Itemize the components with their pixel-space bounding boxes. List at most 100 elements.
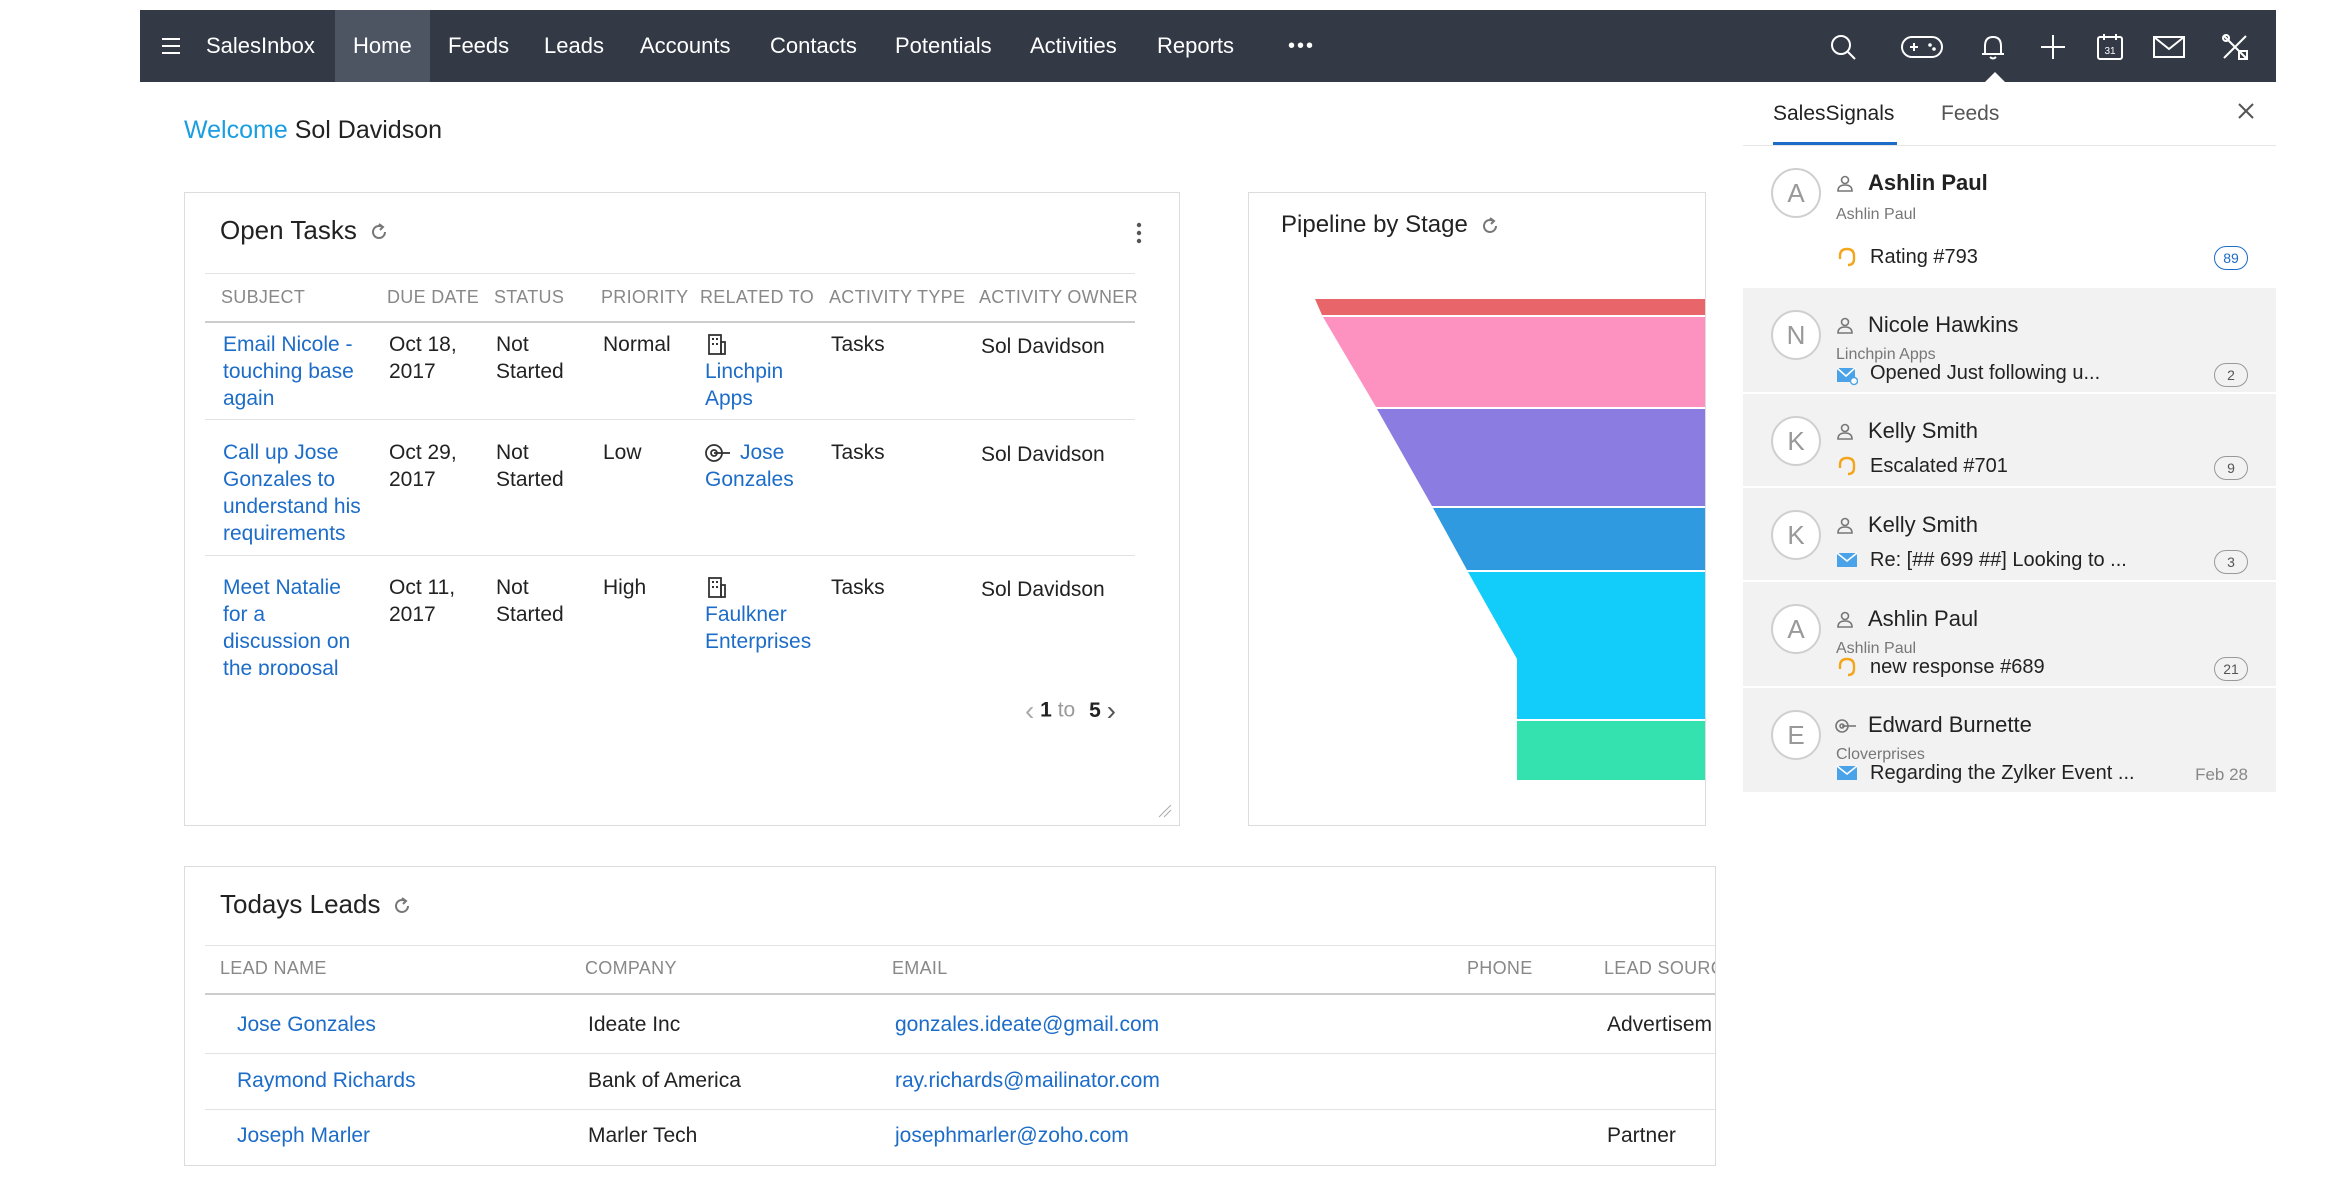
funnel-stage[interactable] xyxy=(1323,317,1705,407)
column-header-lead-source[interactable]: LEAD SOURC xyxy=(1604,958,1715,979)
support-icon xyxy=(1838,456,1856,476)
panel-pointer xyxy=(1985,72,2005,82)
next-page-icon[interactable]: › xyxy=(1107,695,1116,726)
signal-contact-name[interactable]: Ashlin Paul xyxy=(1868,606,1978,632)
signal-activity-text[interactable]: Regarding the Zylker Event ... xyxy=(1870,762,2135,785)
nav-leads[interactable]: Leads xyxy=(544,10,604,82)
task-related-link[interactable]: Linchpin Apps xyxy=(705,358,783,412)
signal-item[interactable]: K Kelly Smith Re: [## 699 ##] Looking to… xyxy=(1743,488,2276,580)
signal-activity-text[interactable]: Opened Just following u... xyxy=(1870,362,2100,385)
signal-contact-name[interactable]: Kelly Smith xyxy=(1868,512,1978,538)
refresh-icon[interactable] xyxy=(392,896,412,916)
tab-feeds[interactable]: Feeds xyxy=(1941,102,1999,126)
support-icon xyxy=(1838,657,1856,677)
avatar: E xyxy=(1771,710,1821,760)
brand-salesinbox[interactable]: SalesInbox xyxy=(206,10,315,82)
signal-contact-name[interactable]: Edward Burnette xyxy=(1868,712,2032,738)
mail-icon[interactable] xyxy=(2152,32,2186,62)
task-related-link[interactable]: Faulkner Enterprises xyxy=(705,601,811,655)
todays-leads-title: Todays Leads xyxy=(220,889,381,919)
lead-name-link[interactable]: Jose Gonzales xyxy=(237,1011,376,1038)
column-header-activity-type[interactable]: ACTIVITY TYPE xyxy=(829,287,965,308)
signal-activity-text[interactable]: Re: [## 699 ##] Looking to ... xyxy=(1870,549,2127,572)
signal-contact-name[interactable]: Kelly Smith xyxy=(1868,418,1978,444)
nav-potentials[interactable]: Potentials xyxy=(895,10,992,82)
signal-item[interactable]: A Ashlin Paul Ashlin Paul new response #… xyxy=(1743,582,2276,686)
lead-email-link[interactable]: gonzales.ideate@gmail.com xyxy=(895,1011,1159,1038)
person-icon xyxy=(1837,175,1853,192)
signal-item[interactable]: A Ashlin Paul Ashlin Paul Rating #793 89 xyxy=(1743,146,2276,286)
column-header-priority[interactable]: PRIORITY xyxy=(601,287,688,308)
avatar: K xyxy=(1771,416,1821,466)
task-activity-owner: Sol Davidson xyxy=(981,335,1105,358)
divider xyxy=(205,993,1715,995)
column-header-activity-owner[interactable]: ACTIVITY OWNER xyxy=(979,287,1138,308)
signal-activity-text[interactable]: new response #689 xyxy=(1870,656,2045,679)
divider xyxy=(205,945,1715,946)
welcome-user: Sol Davidson xyxy=(294,116,443,144)
task-priority: High xyxy=(603,576,647,599)
signal-activity-text[interactable]: Escalated #701 xyxy=(1870,455,2008,478)
resize-handle-icon[interactable] xyxy=(1155,801,1173,819)
person-icon xyxy=(1837,423,1853,440)
funnel-stage[interactable] xyxy=(1377,409,1705,506)
task-subject-link[interactable]: Meet Natalie for a discussion on the propos… xyxy=(223,574,350,675)
person-icon xyxy=(1837,517,1853,534)
column-header-phone[interactable]: PHONE xyxy=(1467,958,1533,979)
nav-home[interactable]: Home xyxy=(335,10,430,82)
calendar-icon[interactable]: 31 xyxy=(2095,32,2125,62)
nav-contacts[interactable]: Contacts xyxy=(770,10,857,82)
signal-item[interactable]: K Kelly Smith Escalated #701 9 xyxy=(1743,394,2276,486)
task-subject-link[interactable]: Call up Jose Gonzales to understand his req… xyxy=(223,439,361,547)
tools-icon[interactable] xyxy=(2220,32,2250,62)
column-header-lead-name[interactable]: LEAD NAME xyxy=(220,958,327,979)
avatar: K xyxy=(1771,510,1821,560)
signal-item[interactable]: N Nicole Hawkins Linchpin Apps Opened Ju… xyxy=(1743,288,2276,392)
task-activity-type: Tasks xyxy=(831,576,885,599)
pipeline-widget: Pipeline by Stage xyxy=(1248,192,1706,826)
nav-accounts[interactable]: Accounts xyxy=(640,10,731,82)
task-subject-link[interactable]: Email Nicole - touching base again xyxy=(223,331,354,412)
column-header-email[interactable]: EMAIL xyxy=(892,958,948,979)
funnel-stage[interactable] xyxy=(1468,572,1705,719)
mail-open-icon xyxy=(1836,367,1858,386)
tab-salessignals[interactable]: SalesSignals xyxy=(1773,102,1894,126)
column-header-status[interactable]: STATUS xyxy=(494,287,564,308)
funnel-stage[interactable] xyxy=(1433,508,1705,570)
column-header-subject[interactable]: SUBJECT xyxy=(221,287,305,308)
bell-icon[interactable] xyxy=(1978,32,2008,62)
task-related-link[interactable]: Jose Gonzales xyxy=(705,439,794,493)
signal-activity-text[interactable]: Rating #793 xyxy=(1870,246,1978,269)
column-header-company[interactable]: COMPANY xyxy=(585,958,677,979)
hamburger-menu-icon[interactable] xyxy=(162,38,180,54)
task-activity-owner: Sol Davidson xyxy=(981,443,1105,466)
nav-activities[interactable]: Activities xyxy=(1030,10,1117,82)
nav-feeds[interactable]: Feeds xyxy=(448,10,509,82)
person-icon xyxy=(1837,317,1853,334)
funnel-stage[interactable] xyxy=(1315,299,1705,315)
gamepad-icon[interactable] xyxy=(1900,32,1944,62)
funnel-stage[interactable] xyxy=(1517,721,1705,780)
lead-company: Marler Tech xyxy=(588,1124,698,1147)
count-badge: 2 xyxy=(2214,363,2248,387)
plus-icon[interactable] xyxy=(2038,32,2068,62)
column-header-due-date[interactable]: DUE DATE xyxy=(387,287,479,308)
lead-email-link[interactable]: ray.richards@mailinator.com xyxy=(895,1067,1160,1094)
column-header-related-to[interactable]: RELATED TO xyxy=(700,287,814,308)
signal-contact-name[interactable]: Nicole Hawkins xyxy=(1868,312,2018,338)
nav-reports[interactable]: Reports xyxy=(1157,10,1234,82)
close-icon[interactable] xyxy=(2237,102,2255,120)
refresh-icon[interactable] xyxy=(369,222,389,242)
signal-item[interactable]: E Edward Burnette Cloverprises Regarding… xyxy=(1743,688,2276,792)
signal-contact-name[interactable]: Ashlin Paul xyxy=(1868,170,1988,196)
prev-page-icon[interactable]: ‹ xyxy=(1025,695,1034,726)
nav-more[interactable]: ••• xyxy=(1288,10,1315,82)
more-options-icon[interactable] xyxy=(1135,221,1143,245)
search-icon[interactable] xyxy=(1828,32,1858,62)
lead-source: Advertisem xyxy=(1607,1013,1713,1036)
target-icon xyxy=(1835,719,1856,733)
lead-name-link[interactable]: Raymond Richards xyxy=(237,1067,416,1094)
lead-email-link[interactable]: josephmarler@zoho.com xyxy=(895,1122,1129,1149)
pipeline-funnel-chart xyxy=(1315,299,1705,780)
lead-name-link[interactable]: Joseph Marler xyxy=(237,1122,370,1149)
